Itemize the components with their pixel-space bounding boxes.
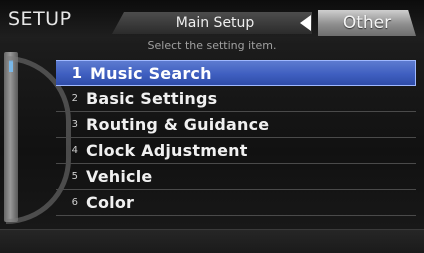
menu-item-label: Vehicle <box>86 167 153 186</box>
menu-item-music-search[interactable]: 1 Music Search <box>56 60 416 86</box>
menu-item-label: Color <box>86 193 135 212</box>
setting-menu: 1 Music Search 2 Basic Settings 3 Routin… <box>56 60 416 216</box>
menu-item-basic-settings[interactable]: 2 Basic Settings <box>56 86 416 112</box>
tab-main-setup-label: Main Setup <box>175 15 255 31</box>
menu-item-label: Clock Adjustment <box>86 141 248 160</box>
menu-item-number: 1 <box>71 64 82 82</box>
bottom-bar <box>0 229 424 253</box>
tab-main-setup[interactable]: Main Setup <box>112 12 312 34</box>
menu-item-number: 6 <box>71 197 78 208</box>
menu-item-label: Routing & Guidance <box>86 115 270 134</box>
menu-item-color[interactable]: 6 Color <box>56 190 416 216</box>
menu-item-routing-guidance[interactable]: 3 Routing & Guidance <box>56 112 416 138</box>
setup-screen: SETUP Main Setup Other Select the settin… <box>0 0 424 253</box>
menu-item-vehicle[interactable]: 5 Vehicle <box>56 164 416 190</box>
page-title: SETUP <box>8 8 72 30</box>
menu-item-label: Basic Settings <box>86 89 218 108</box>
menu-item-number: 3 <box>71 119 78 130</box>
menu-item-label: Music Search <box>90 63 212 83</box>
menu-item-clock-adjustment[interactable]: 4 Clock Adjustment <box>56 138 416 164</box>
left-arrow-icon[interactable] <box>300 15 311 31</box>
menu-item-number: 4 <box>71 145 78 156</box>
menu-item-number: 5 <box>71 171 78 182</box>
top-bar: SETUP Main Setup Other <box>0 0 424 38</box>
tab-other-label: Other <box>342 13 392 33</box>
menu-item-number: 2 <box>71 93 78 104</box>
tab-other[interactable]: Other <box>318 10 416 36</box>
instruction-text: Select the setting item. <box>147 39 277 52</box>
